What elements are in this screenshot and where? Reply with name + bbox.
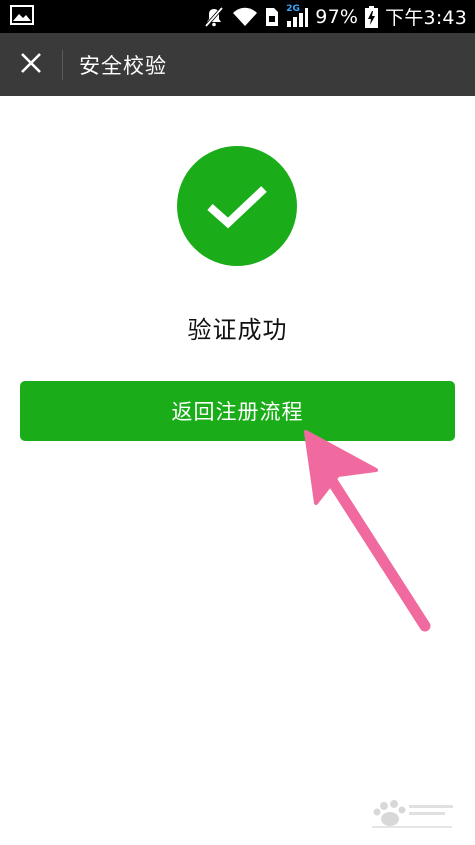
check-circle-icon — [177, 146, 297, 266]
network-type-label: 2G — [286, 3, 300, 14]
battery-percent: 97% — [315, 5, 359, 28]
signal-icon: 2G — [286, 3, 309, 27]
status-clock: 下午3:43 — [385, 7, 467, 29]
title-divider — [62, 49, 63, 80]
gallery-icon — [10, 4, 34, 29]
baidu-paw-watermark — [372, 800, 453, 828]
mute-icon — [203, 6, 225, 28]
title-bar: 安全校验 — [0, 33, 475, 96]
wifi-icon — [232, 7, 258, 27]
page-title: 安全校验 — [79, 53, 167, 78]
sim-icon — [265, 7, 279, 27]
close-button[interactable] — [0, 33, 62, 96]
battery-charging-icon — [365, 5, 379, 28]
return-to-registration-button[interactable]: 返回注册流程 — [20, 381, 455, 441]
status-bar: 2G 97% 下午3:43 — [0, 0, 475, 33]
verification-result-text: 验证成功 — [187, 316, 288, 344]
close-icon — [20, 52, 42, 78]
